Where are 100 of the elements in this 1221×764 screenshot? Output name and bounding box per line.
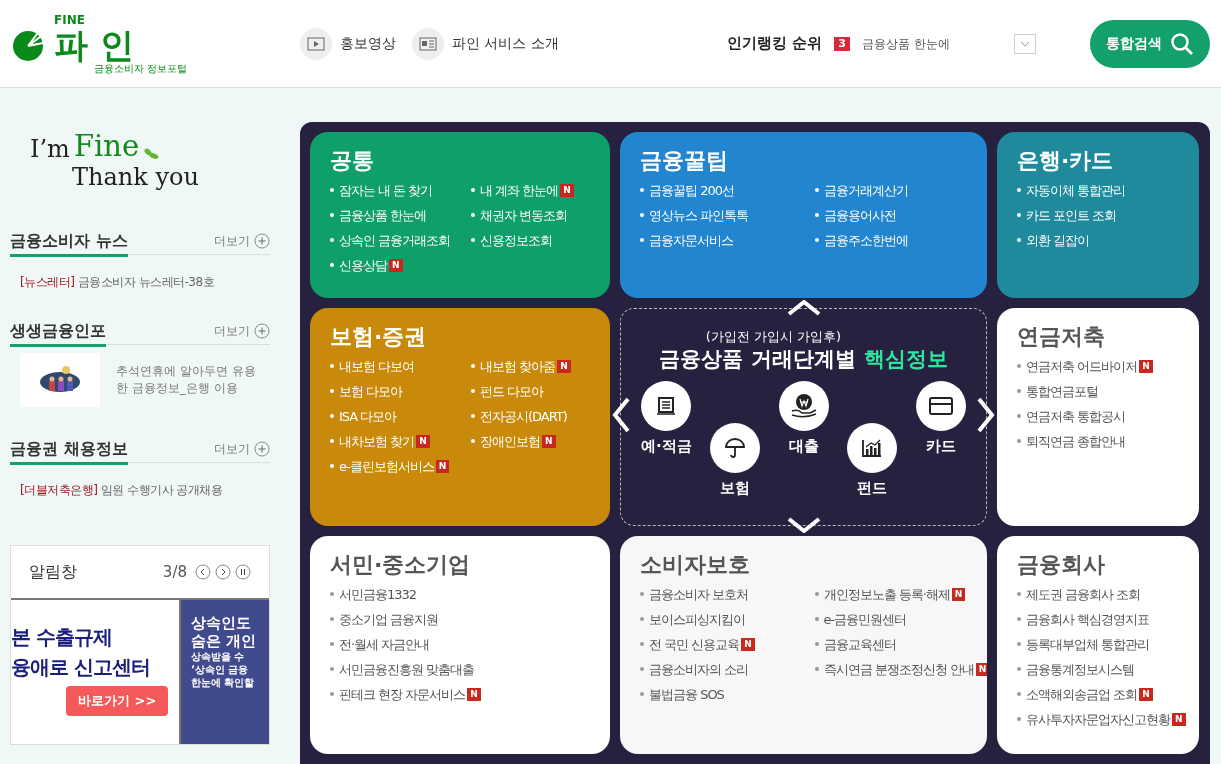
card-link[interactable]: 유사투자자문업자신고현황 [1026,712,1170,727]
stage-highlight: 핵심정보 [863,346,948,373]
bullet-icon [814,642,819,646]
new-badge: N [467,688,481,701]
bullet-icon [330,439,334,443]
product-button[interactable]: 예·적금 [641,381,692,500]
card-link[interactable]: 영상뉴스 파인톡톡 [649,208,749,223]
card-link[interactable]: 퇴직연금 종합안내 [1026,434,1126,449]
card-link[interactable]: 자동이체 통합관리 [1026,183,1126,198]
slide-counter: 3/8 [162,561,187,583]
card-link[interactable]: 외환 길잡이 [1026,233,1090,248]
document-icon [419,36,437,51]
slogan-text: Thank you [72,165,200,189]
banner-text: 한눈에 확인할 [191,676,256,689]
bullet-icon [471,188,475,192]
card-link[interactable]: 제도권 금융회사 조회 [1026,587,1141,602]
chevron-up-icon[interactable] [786,300,821,316]
banner-slide[interactable]: 본 수출규제 융애로 신고센터 바로가기 >> [11,600,181,744]
card-link[interactable]: 소액해외송금업 조회 [1026,687,1138,702]
bullet-icon [330,692,334,696]
banner-text: 상속인도 [191,614,252,632]
chevron-left-icon[interactable] [611,397,631,433]
bullet-icon [1017,667,1021,671]
card-link[interactable]: 금융소비자의 소리 [649,662,749,677]
logo-top-text: FINE [54,13,85,26]
more-link[interactable]: 더보기 [214,231,270,250]
card-link[interactable]: 금융주소한번에 [823,233,908,248]
bullet-icon [1017,642,1021,646]
card-link[interactable]: 금융회사 핵심경영지표 [1026,612,1150,627]
section-item[interactable]: [더블저축은행] 임원 수행기사 공개채용 [20,481,270,499]
bullet-icon [471,238,475,242]
nav-link[interactable]: 홍보영상 [300,27,396,60]
card-link[interactable]: 금융용어사전 [823,208,896,223]
bullet-icon [471,439,475,443]
credit-card-icon [928,397,953,415]
card-link[interactable]: 금융자문서비스 [649,233,733,248]
card-link[interactable]: 서민금융1332 [339,587,417,602]
search-icon [1170,31,1194,56]
card-link[interactable]: 금융통계정보시스템 [1026,662,1134,677]
card-link[interactable]: 불법금융 SOS [649,687,724,702]
bullet-icon [330,188,334,192]
slogan-highlight: Fine [73,132,140,161]
card-link[interactable]: 연금저축 어드바이저 [1026,359,1138,374]
card-title[interactable]: 금융꿀팁 [640,146,977,176]
banner-slide[interactable]: 상속인도 숨은 개인 상속받을 수 ‘상속인 금융 한눈에 확인할 [181,600,269,744]
card-link[interactable]: 연금저축 통합공시 [1026,409,1126,424]
card-title[interactable]: 서민·중소기업 [330,550,600,580]
chevron-down-icon[interactable] [786,517,821,533]
bullet-icon [330,213,334,217]
bullet-icon [640,592,644,596]
more-link[interactable]: 더보기 [214,439,270,458]
card-title[interactable]: 은행·카드 [1017,146,1189,176]
chevron-right-icon[interactable] [976,397,996,433]
new-badge: N [435,460,450,473]
card-link[interactable]: 금융교육센터 [823,637,896,652]
new-badge: N [951,588,966,601]
more-link[interactable]: 더보기 [214,321,270,340]
bullet-icon [640,642,644,646]
card-link[interactable]: 금융꿀팁 200선 [649,183,734,198]
card-link[interactable]: 등록대부업체 통합관리 [1026,637,1150,652]
logo-name[interactable]: 파 인 [54,25,134,64]
card-link[interactable]: 전·월세 자금안내 [339,637,430,652]
card-title[interactable]: 소비자보호 [640,550,977,580]
ledger-icon [655,396,678,416]
rank-badge: 3 [834,36,850,51]
previous-icon[interactable] [195,564,211,580]
new-badge: N [741,638,755,651]
card-link[interactable]: 개인정보노출 등록·해제 [823,587,950,602]
bullet-icon [640,692,644,696]
card-link[interactable]: 금융소비자 보호처 [649,587,749,602]
card-link[interactable]: 보이스피싱지킴이 [649,612,745,627]
next-icon[interactable] [215,564,231,580]
product-button[interactable]: 카드 [915,381,966,500]
nav-link[interactable]: 파인 서비스 소개 [412,27,559,60]
bullet-icon [1017,439,1021,443]
bullet-icon [640,213,644,217]
card-link[interactable]: 통합연금포털 [1026,384,1098,399]
bullet-icon [814,238,819,242]
card-link[interactable]: 즉시연금 분쟁조정신청 안내 [823,662,974,677]
bullet-icon [1017,592,1021,596]
card-link[interactable]: 핀테크 현장 자문서비스 [339,687,466,702]
bullet-icon [1017,414,1021,418]
product-button[interactable]: 대출 [778,381,829,500]
ranking-ticker[interactable]: 금융상품 한눈에 [861,34,1002,53]
section-title: 생생금융인포 [10,319,106,347]
card-link[interactable]: e-금융민원센터 [823,612,907,627]
pause-icon[interactable] [235,564,251,580]
card-link[interactable]: 서민금융진흥원 맞춤대출 [339,662,475,677]
card-title[interactable]: 연금저축 [1017,322,1189,352]
section-item[interactable]: 추석연휴에 알아두면 유용한 금융정보_은행 이용 [116,363,256,397]
section-item[interactable]: [뉴스레터] 금융소비자 뉴스레터-38호 [20,273,270,291]
card-title[interactable]: 금융회사 [1017,550,1189,580]
bullet-icon [1017,188,1021,192]
card-link[interactable]: 카드 포인트 조회 [1026,208,1117,223]
bullet-icon [330,238,334,242]
card-link[interactable]: 전 국민 신용교육 [649,637,740,652]
card-link[interactable]: 금융거래계산기 [823,183,908,198]
bar-chart-icon [861,438,884,458]
card-link[interactable]: 중소기업 금융지원 [339,612,439,627]
bullet-icon [330,389,334,393]
